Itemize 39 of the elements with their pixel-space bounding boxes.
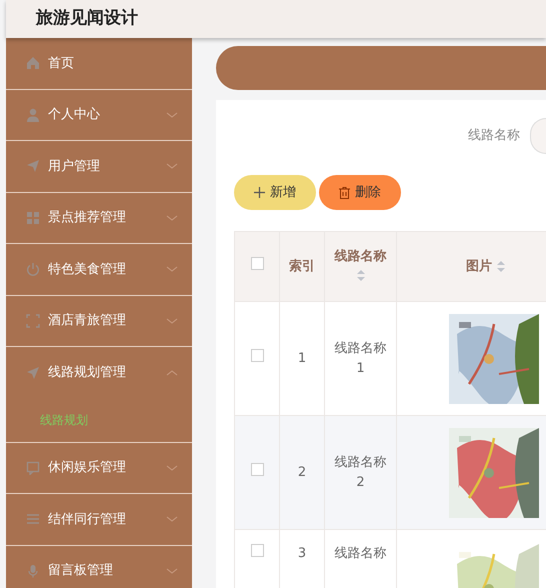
sidebar-item[interactable]: 结伴同行管理	[6, 494, 192, 546]
row-checkbox[interactable]	[250, 544, 264, 557]
sidebar-item[interactable]: 特色美食管理	[6, 244, 192, 296]
navigation-icon	[26, 366, 40, 380]
row-checkbox[interactable]	[250, 462, 264, 476]
search-field[interactable]	[530, 118, 546, 154]
sort-icon[interactable]	[496, 260, 505, 272]
row-checkbox[interactable]	[250, 348, 264, 362]
sidebar-item[interactable]: 个人中心	[6, 90, 192, 141]
sort-icon[interactable]	[356, 270, 364, 282]
sidebar-item[interactable]: 线路规划管理	[6, 347, 192, 398]
table-cell: 线路名称 2	[324, 416, 396, 530]
frame-icon	[26, 314, 40, 328]
sidebar-item[interactable]: 用户管理	[6, 141, 192, 192]
user-icon	[26, 108, 40, 122]
sidebar-item[interactable]: 休闲娱乐管理	[6, 442, 192, 494]
sidebar-item[interactable]: 酒店青旅管理	[6, 296, 192, 347]
app-title: 旅游见闻设计	[34, 8, 138, 28]
add-button[interactable]: 新增	[234, 175, 316, 210]
column-header: 图片	[466, 258, 492, 274]
submenu-item[interactable]: 线路规划	[40, 411, 88, 429]
table-cell: 2	[280, 416, 324, 530]
search-label: 线路名称	[468, 127, 520, 146]
sidebar-item[interactable]: 留言板管理	[6, 546, 192, 588]
home-icon	[26, 56, 40, 70]
trash-icon	[339, 186, 350, 198]
grid-icon	[26, 210, 40, 225]
column-header: 线路名称	[334, 249, 386, 264]
column-header: 索引	[289, 258, 315, 274]
paper-plane-icon	[26, 159, 40, 174]
sidebar-item[interactable]: 首页	[6, 38, 192, 90]
chat-icon	[26, 460, 40, 475]
select-all-checkbox[interactable]	[250, 256, 264, 270]
power-icon	[26, 262, 40, 276]
microphone-icon	[26, 564, 40, 578]
plus-icon	[254, 187, 265, 198]
sidebar-item[interactable]: 景点推荐管理	[6, 192, 192, 244]
list-icon	[26, 512, 40, 526]
delete-button[interactable]: 删除	[319, 175, 401, 210]
